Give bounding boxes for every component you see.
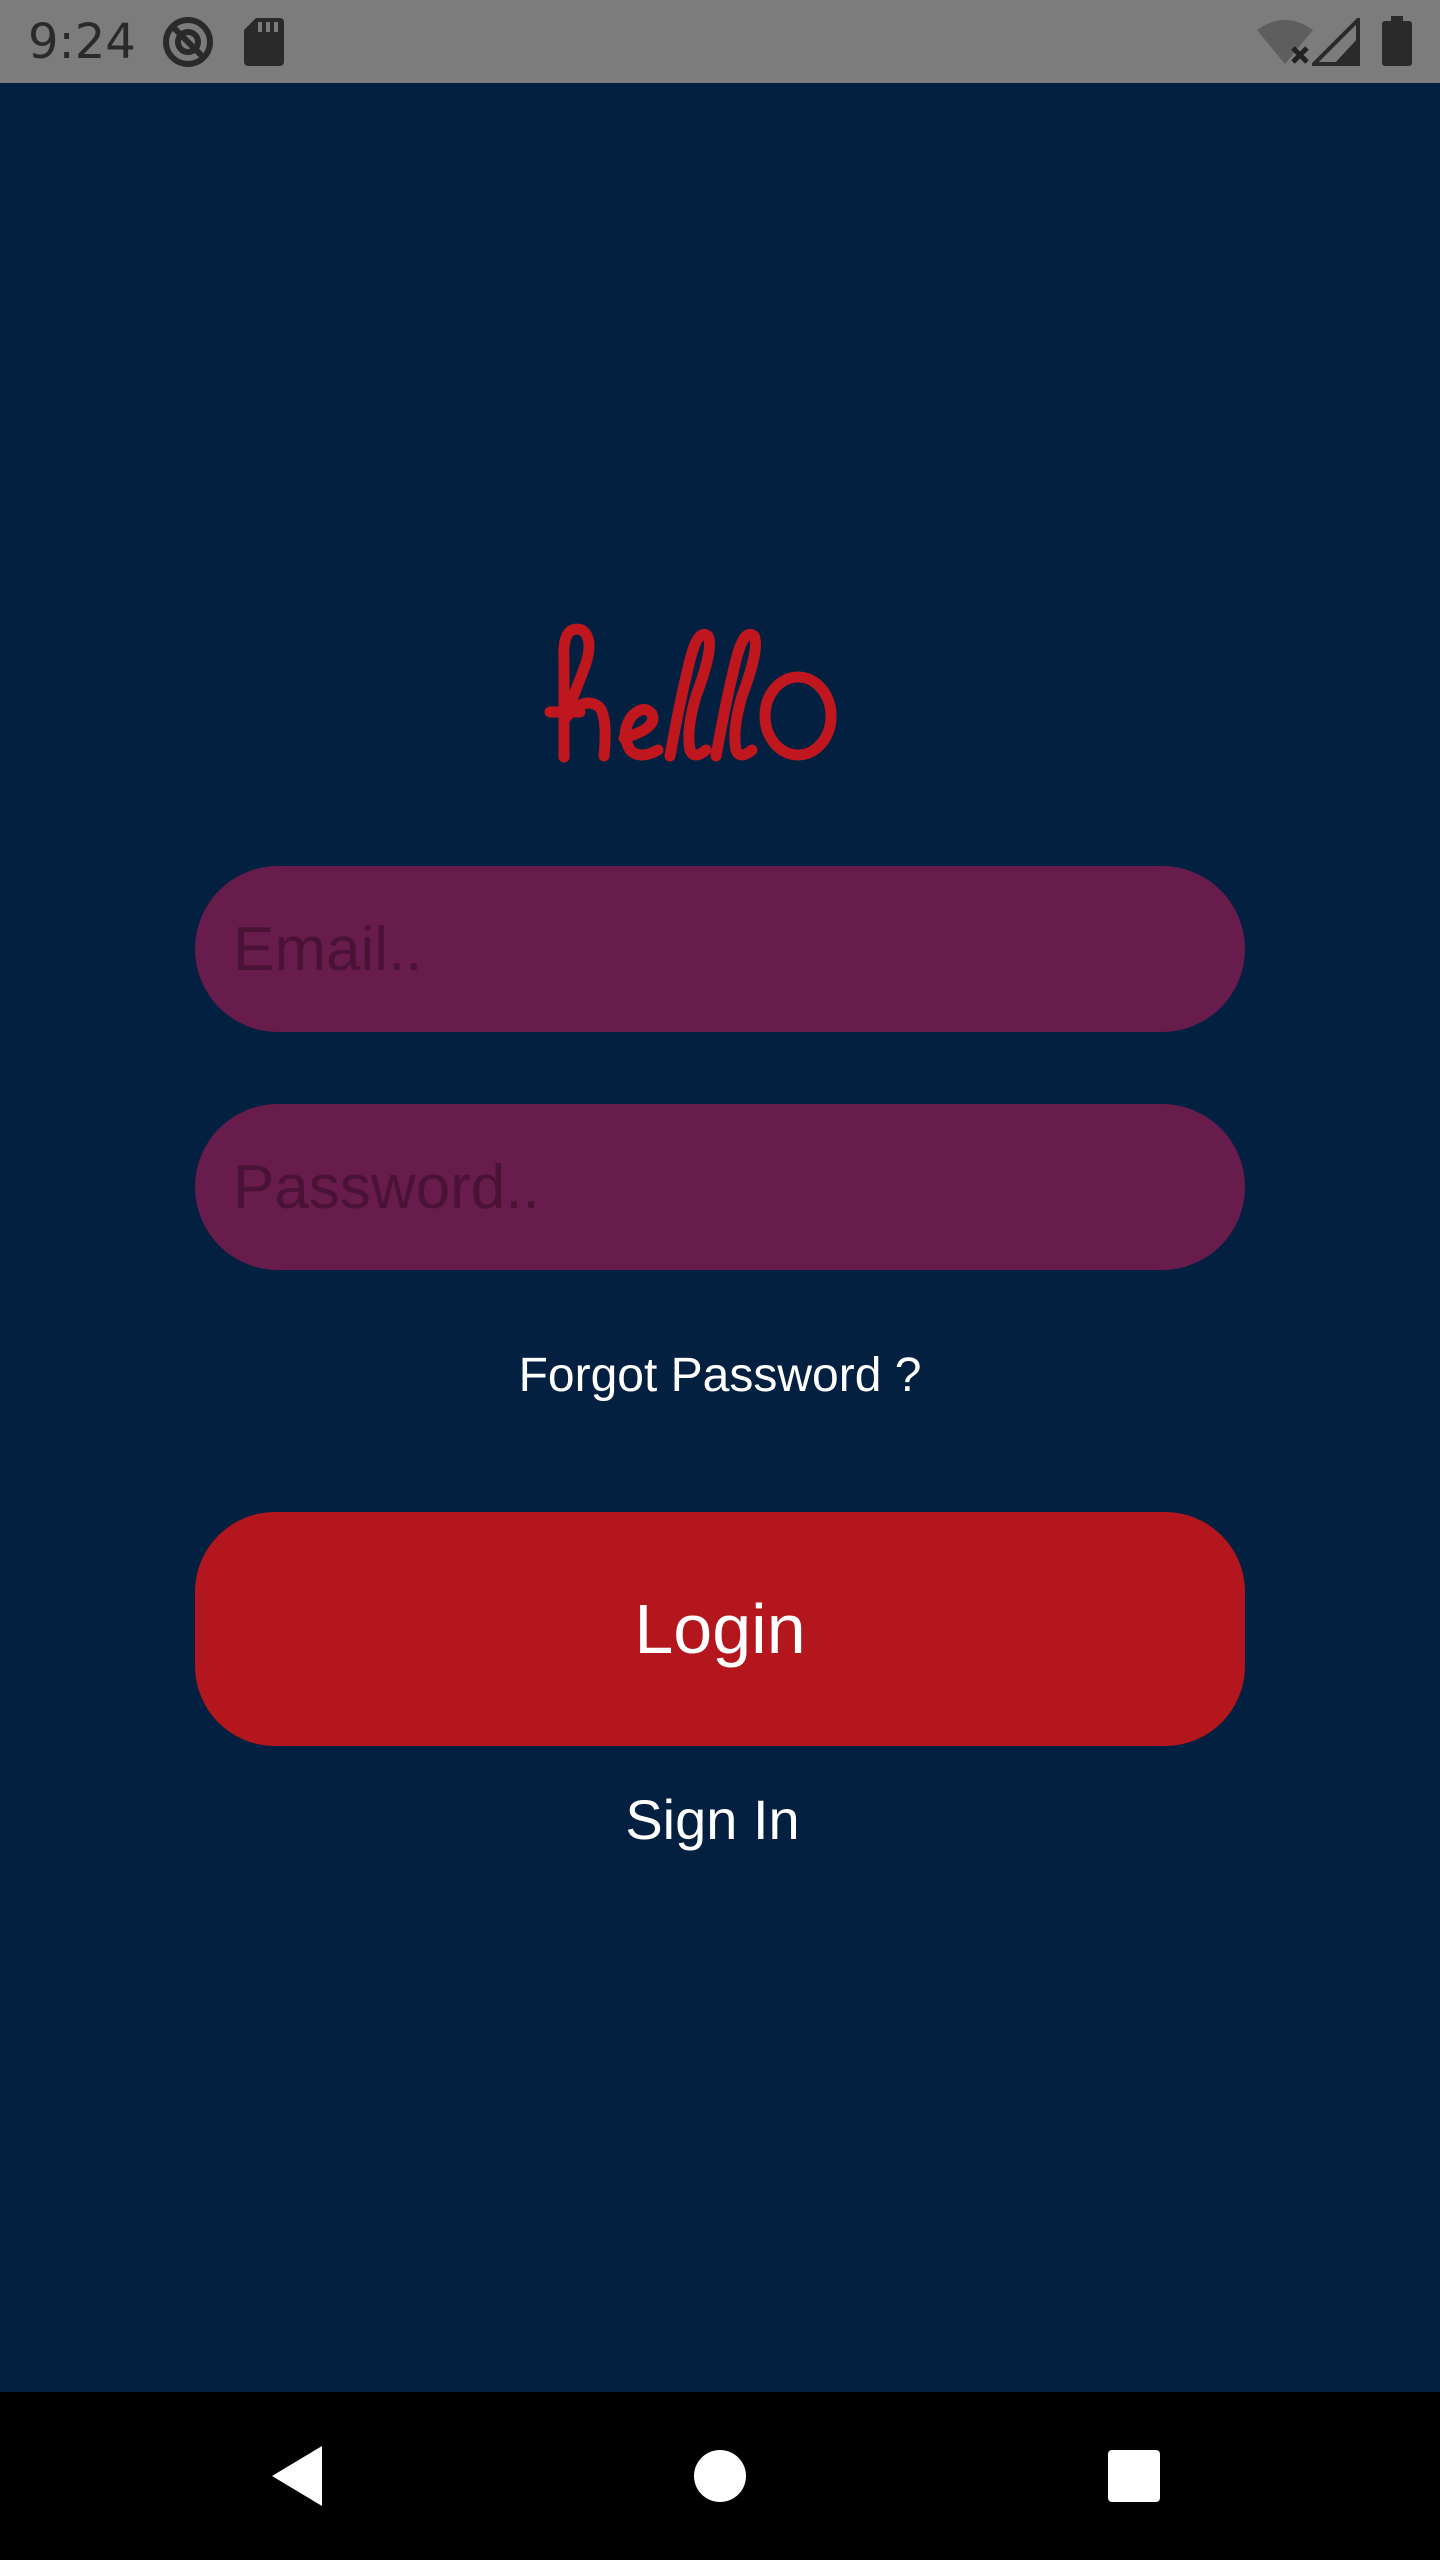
sd-card-icon [244,18,284,66]
home-icon[interactable] [684,2440,756,2512]
recents-icon[interactable] [1098,2440,1170,2512]
cell-signal-icon [1312,18,1360,66]
status-time: 9:24 [28,14,136,70]
hello-logo [544,623,837,763]
login-button[interactable]: Login [195,1512,1245,1746]
wifi-off-icon [1257,20,1313,64]
battery-icon [1382,16,1412,66]
password-input[interactable] [231,1150,1245,1224]
email-input[interactable] [231,912,1245,986]
password-field[interactable] [195,1104,1245,1270]
back-icon[interactable] [264,2440,336,2512]
navigation-bar [0,2392,1440,2560]
login-button-label: Login [634,1590,806,1668]
email-field[interactable] [195,866,1245,1032]
do-not-disturb-icon [163,17,213,67]
status-bar: 9:24 [0,0,1440,83]
forgot-password-link[interactable]: Forgot Password ? [0,1342,1440,1410]
sign-in-link[interactable]: Sign In [0,1782,1425,1858]
